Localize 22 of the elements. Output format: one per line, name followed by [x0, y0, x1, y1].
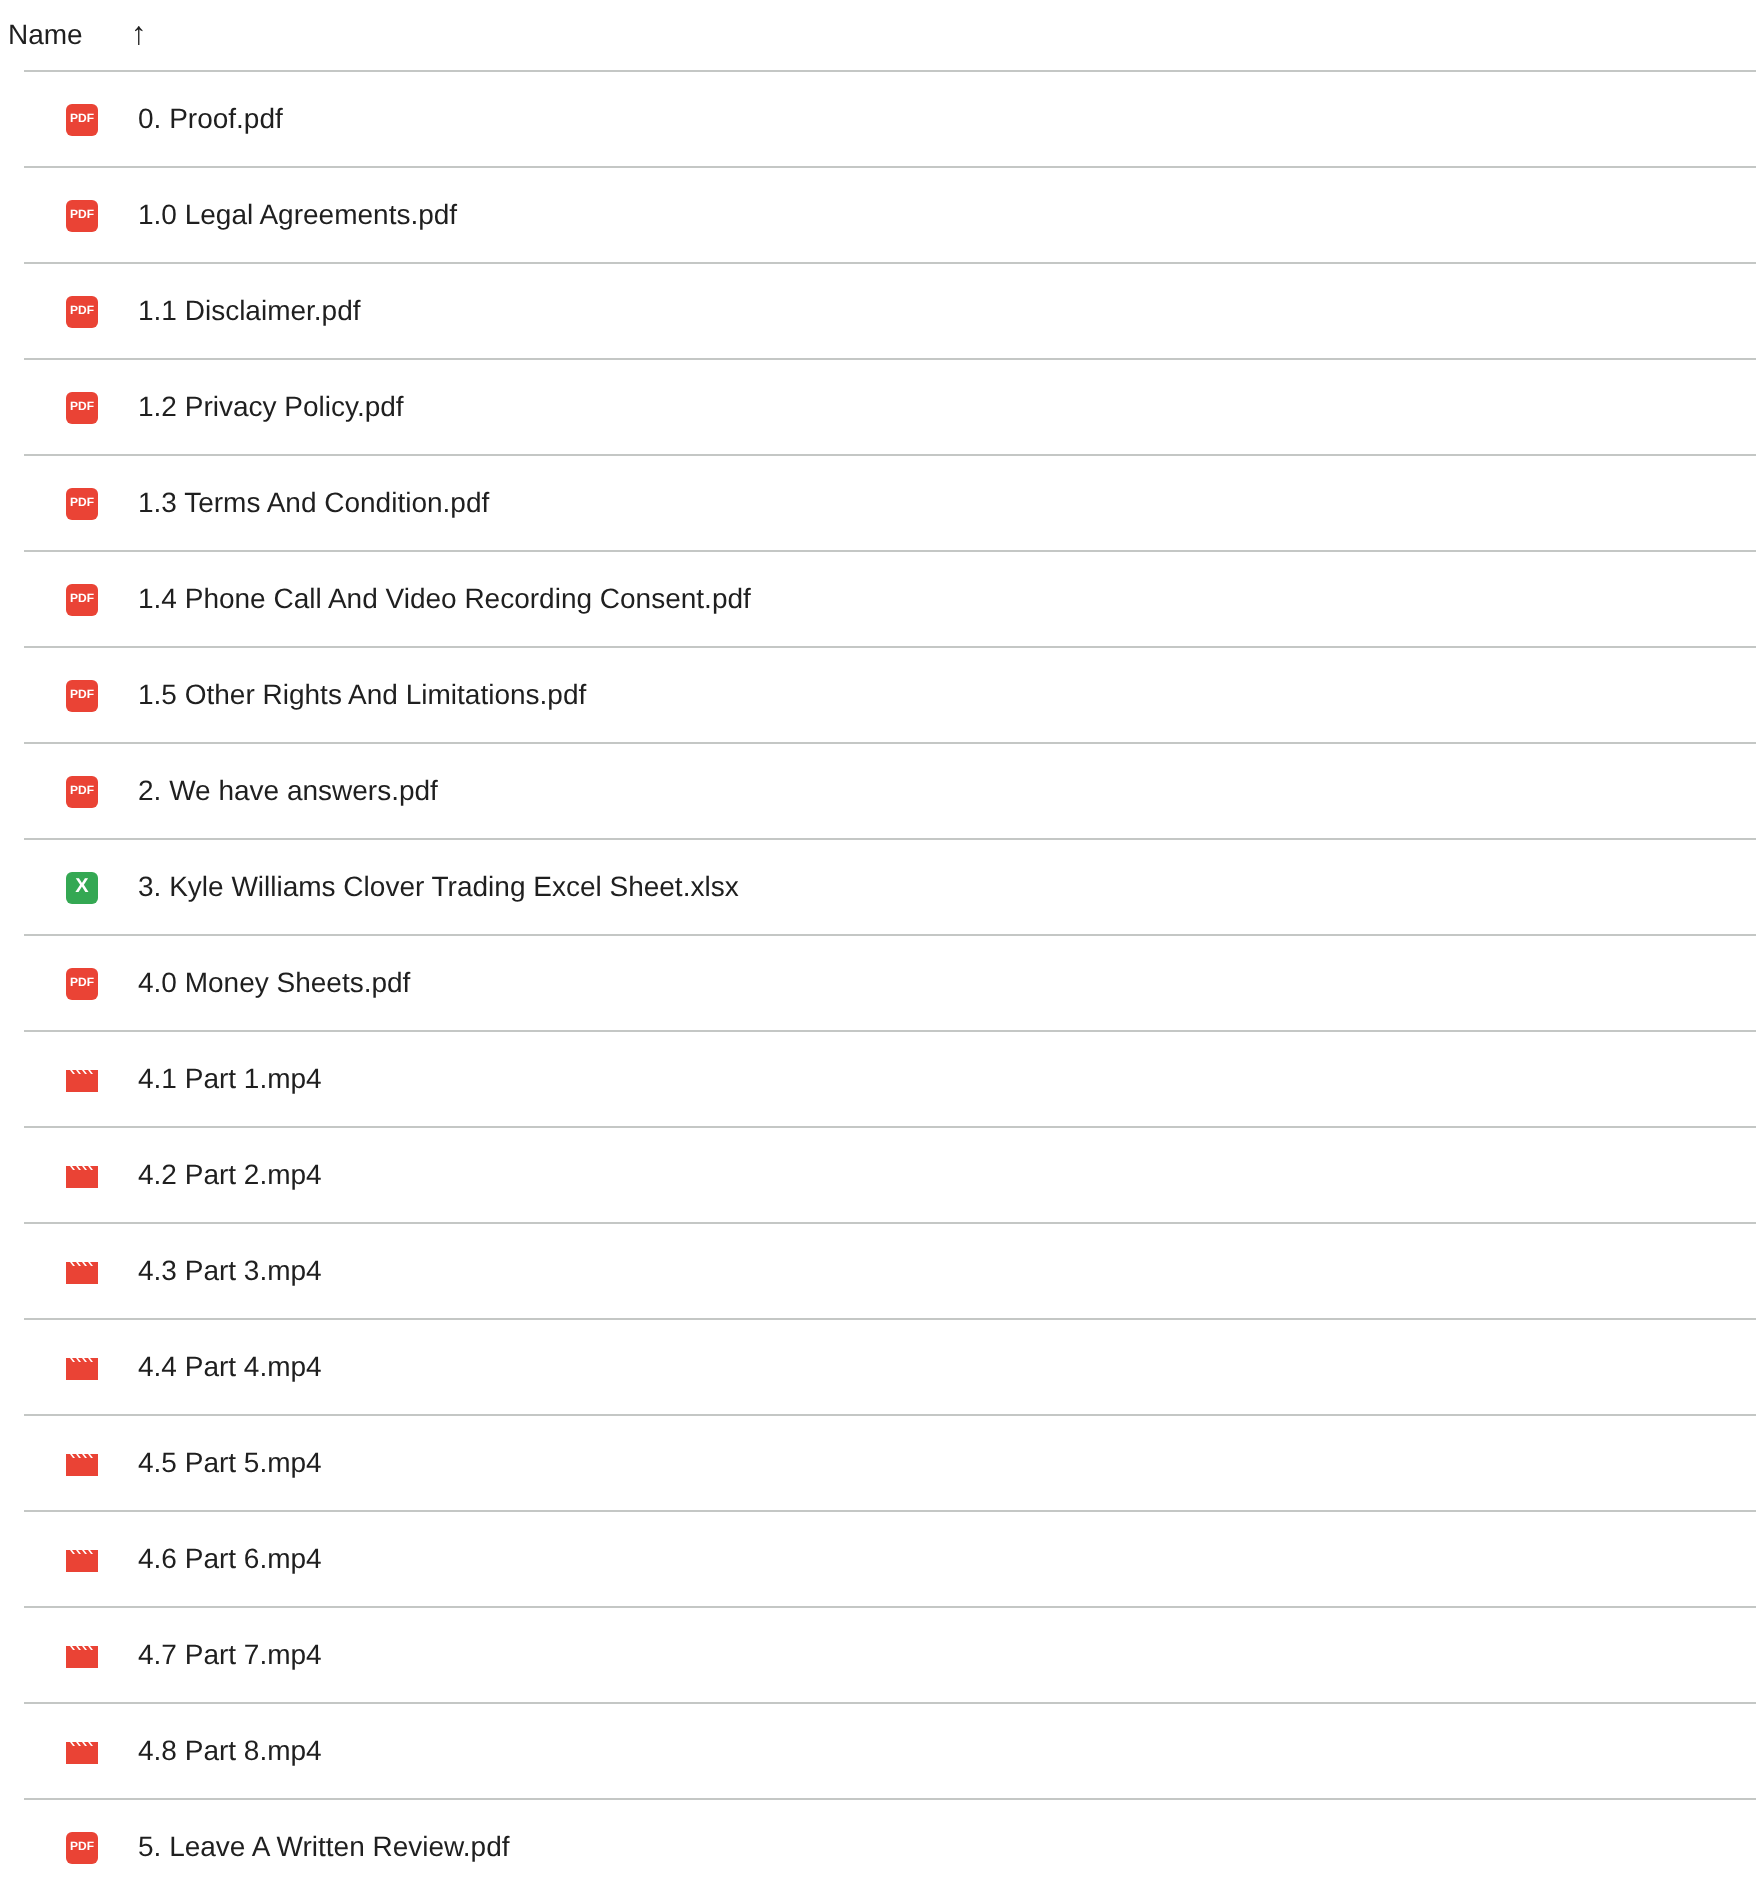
file-name[interactable]: 4.7 Part 7.mp4	[138, 1634, 322, 1676]
file-name[interactable]: 4.2 Part 2.mp4	[138, 1154, 322, 1196]
file-name[interactable]: 4.0 Money Sheets.pdf	[138, 962, 411, 1004]
sort-arrow-icon[interactable]: ↑	[130, 11, 147, 59]
file-name[interactable]: 1.2 Privacy Policy.pdf	[138, 386, 404, 428]
file-name[interactable]: 1.3 Terms And Condition.pdf	[138, 482, 490, 524]
file-name[interactable]: 0. Proof.pdf	[138, 98, 283, 140]
column-header[interactable]: Name	[8, 14, 83, 56]
file-name[interactable]: 5. Leave A Written Review.pdf	[138, 1826, 510, 1868]
spreadsheet-icon: X	[66, 871, 98, 903]
file-name[interactable]: 1.1 Disclaimer.pdf	[138, 290, 361, 332]
file-name[interactable]: 4.4 Part 4.mp4	[138, 1346, 322, 1388]
file-name[interactable]: 3. Kyle Williams Clover Trading Excel Sheet.xlsx	[138, 866, 739, 908]
file-name[interactable]: 2. We have answers.pdf	[138, 770, 438, 812]
file-name[interactable]: 4.1 Part 1.mp4	[138, 1058, 322, 1100]
file-name[interactable]: 4.5 Part 5.mp4	[138, 1442, 322, 1484]
file-name[interactable]: 4.6 Part 6.mp4	[138, 1538, 322, 1580]
file-name[interactable]: 1.5 Other Rights And Limitations.pdf	[138, 674, 587, 716]
file-name[interactable]: 1.0 Legal Agreements.pdf	[138, 194, 458, 236]
file-name[interactable]: 4.3 Part 3.mp4	[138, 1250, 322, 1292]
file-name[interactable]: 4.8 Part 8.mp4	[138, 1730, 322, 1772]
file-name[interactable]: 1.4 Phone Call And Video Recording Consent.pdf	[138, 578, 751, 620]
